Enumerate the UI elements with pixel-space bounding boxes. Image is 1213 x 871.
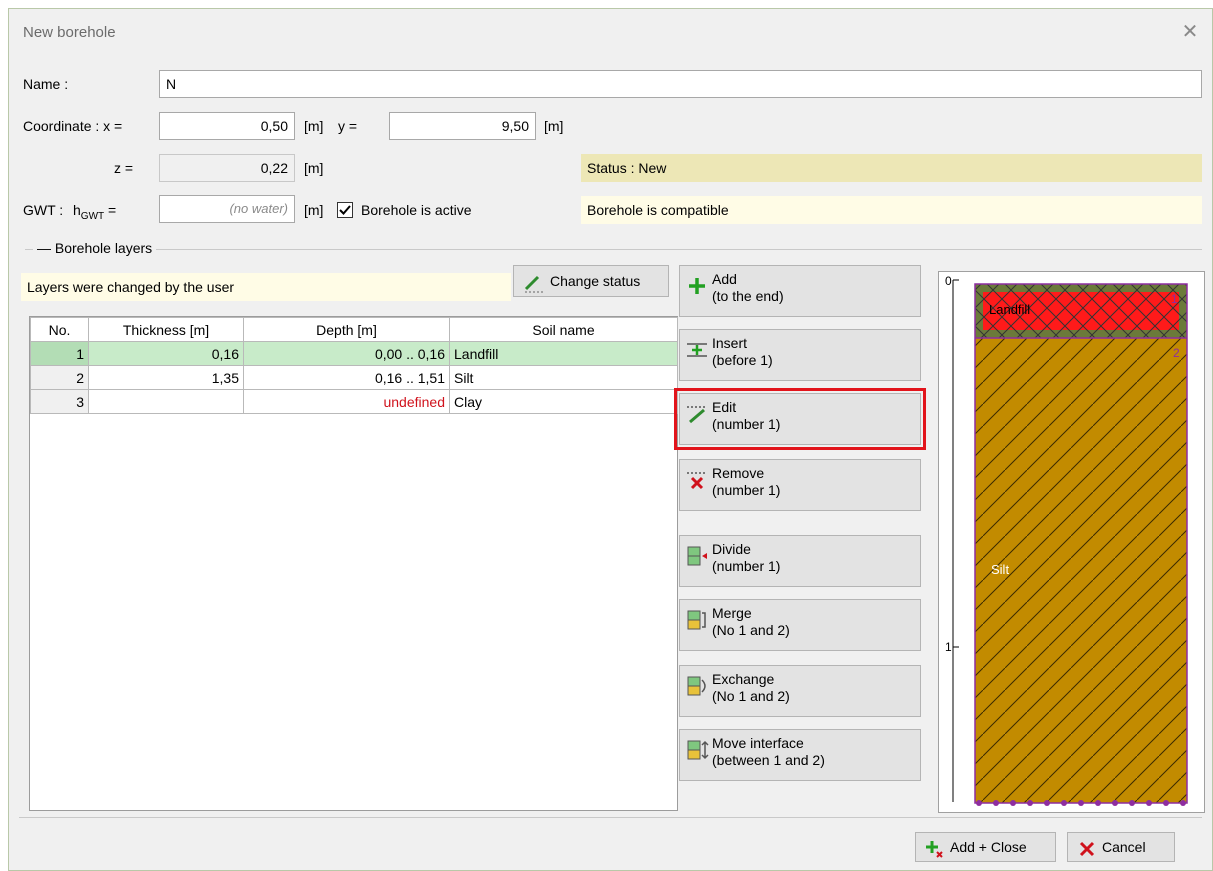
pencil-icon	[524, 275, 543, 293]
borehole-active-checkbox[interactable]	[337, 202, 353, 218]
merge-icon	[687, 610, 706, 630]
layer-1-number: 1	[1171, 292, 1178, 306]
x-coordinate-input[interactable]: 0,50	[159, 112, 295, 140]
status-text: Status : New	[581, 154, 1202, 182]
borehole-layers-heading: — Borehole layers	[33, 240, 157, 256]
depth-cell: 0,00 .. 0,16	[243, 341, 450, 366]
divide-icon	[687, 546, 707, 566]
depth-cell: 0,16 .. 1,51	[243, 365, 450, 390]
hgwt-label: hGWT =	[73, 202, 117, 222]
insert-layer-label: Insert (before 1)	[712, 335, 773, 368]
name-input[interactable]: N	[159, 70, 1202, 98]
z-coordinate-field: 0,22	[159, 154, 295, 182]
col-depth-header: Depth [m]	[243, 317, 450, 342]
insert-layer-button[interactable]: Insert (before 1)	[679, 329, 921, 381]
footer-divider	[19, 817, 1202, 818]
add-close-label: Add + Close	[950, 839, 1027, 855]
x-unit: [m]	[304, 118, 324, 134]
exchange-layers-label: Exchange (No 1 and 2)	[712, 671, 790, 704]
table-row[interactable]: 3 undefined Clay	[30, 389, 678, 414]
borehole-preview: 0 1 Landfill 1 Silt 2	[938, 271, 1205, 813]
divide-layer-label: Divide (number 1)	[712, 541, 781, 574]
insert-icon	[687, 343, 707, 357]
add-layer-label: Add (to the end)	[712, 271, 784, 304]
coordinate-x-label: Coordinate : x =	[23, 118, 123, 134]
soil-cell[interactable]: Silt	[449, 365, 678, 390]
row-number: 1	[30, 341, 89, 366]
y-unit: [m]	[544, 118, 564, 134]
col-no-header: No.	[30, 317, 89, 342]
depth-cell: undefined	[243, 389, 450, 414]
merge-layers-button[interactable]: Merge (No 1 and 2)	[679, 599, 921, 651]
move-interface-label: Move interface (between 1 and 2)	[712, 735, 825, 768]
group-divider	[25, 249, 1202, 250]
soil-cell[interactable]: Landfill	[449, 341, 678, 366]
check-icon	[339, 205, 351, 215]
table-row[interactable]: 1 0,16 0,00 .. 0,16 Landfill	[30, 341, 678, 366]
y-coordinate-input[interactable]: 9,50	[389, 112, 536, 140]
table-row[interactable]: 2 1,35 0,16 .. 1,51 Silt	[30, 365, 678, 390]
borehole-active-label: Borehole is active	[361, 202, 472, 218]
axis-label-0: 0	[945, 274, 952, 288]
gwt-unit: [m]	[304, 202, 324, 218]
divide-layer-button[interactable]: Divide (number 1)	[679, 535, 921, 587]
close-icon[interactable]: ✕	[1179, 22, 1201, 44]
axis-label-1: 1	[945, 640, 952, 654]
landfill-layer-label: Landfill	[989, 302, 1031, 317]
cancel-button[interactable]: Cancel	[1067, 832, 1175, 862]
move-interface-button[interactable]: Move interface (between 1 and 2)	[679, 729, 921, 781]
soil-cell[interactable]: Clay	[449, 389, 678, 414]
cancel-x-icon	[1079, 841, 1095, 857]
edit-layer-label: Edit (number 1)	[712, 399, 781, 432]
exchange-icon	[687, 676, 706, 696]
thickness-cell[interactable]	[88, 389, 244, 414]
edit-layer-button[interactable]: Edit (number 1)	[674, 388, 926, 450]
edit-pencil-icon	[687, 406, 707, 424]
add-layer-button[interactable]: Add (to the end)	[679, 265, 921, 317]
dialog-title: New borehole	[23, 24, 116, 41]
cancel-label: Cancel	[1102, 839, 1146, 855]
remove-icon	[687, 472, 707, 490]
col-soil-header: Soil name	[449, 317, 678, 342]
change-status-label: Change status	[550, 273, 641, 289]
thickness-cell[interactable]: 1,35	[88, 365, 244, 390]
merge-layers-label: Merge (No 1 and 2)	[712, 605, 790, 638]
plus-icon	[689, 278, 705, 294]
name-label: Name :	[23, 76, 69, 92]
compatibility-text: Borehole is compatible	[581, 196, 1202, 224]
move-interface-icon	[687, 740, 709, 760]
remove-layer-button[interactable]: Remove (number 1)	[679, 459, 921, 511]
layers-table: No. Thickness [m] Depth [m] Soil name 1 …	[30, 317, 678, 414]
add-close-icon	[926, 841, 943, 858]
z-label: z =	[114, 160, 134, 176]
add-close-button[interactable]: Add + Close	[915, 832, 1056, 862]
z-unit: [m]	[304, 160, 324, 176]
layers-changed-note: Layers were changed by the user	[21, 273, 511, 301]
row-number: 2	[30, 365, 89, 390]
layer-2-number: 2	[1173, 346, 1180, 360]
borehole-profile-graphic	[952, 279, 1188, 806]
col-thickness-header: Thickness [m]	[88, 317, 244, 342]
gwt-depth-input[interactable]: (no water)	[159, 195, 295, 223]
silt-layer-label: Silt	[991, 562, 1010, 577]
remove-layer-label: Remove (number 1)	[712, 465, 781, 498]
change-status-button[interactable]: Change status	[513, 265, 669, 297]
y-label: y =	[338, 118, 358, 134]
row-number: 3	[30, 389, 89, 414]
gwt-label: GWT :	[23, 202, 64, 218]
thickness-cell[interactable]: 0,16	[88, 341, 244, 366]
new-borehole-dialog: New borehole ✕ Name : N Coordinate : x =…	[8, 8, 1213, 871]
exchange-layers-button[interactable]: Exchange (No 1 and 2)	[679, 665, 921, 717]
